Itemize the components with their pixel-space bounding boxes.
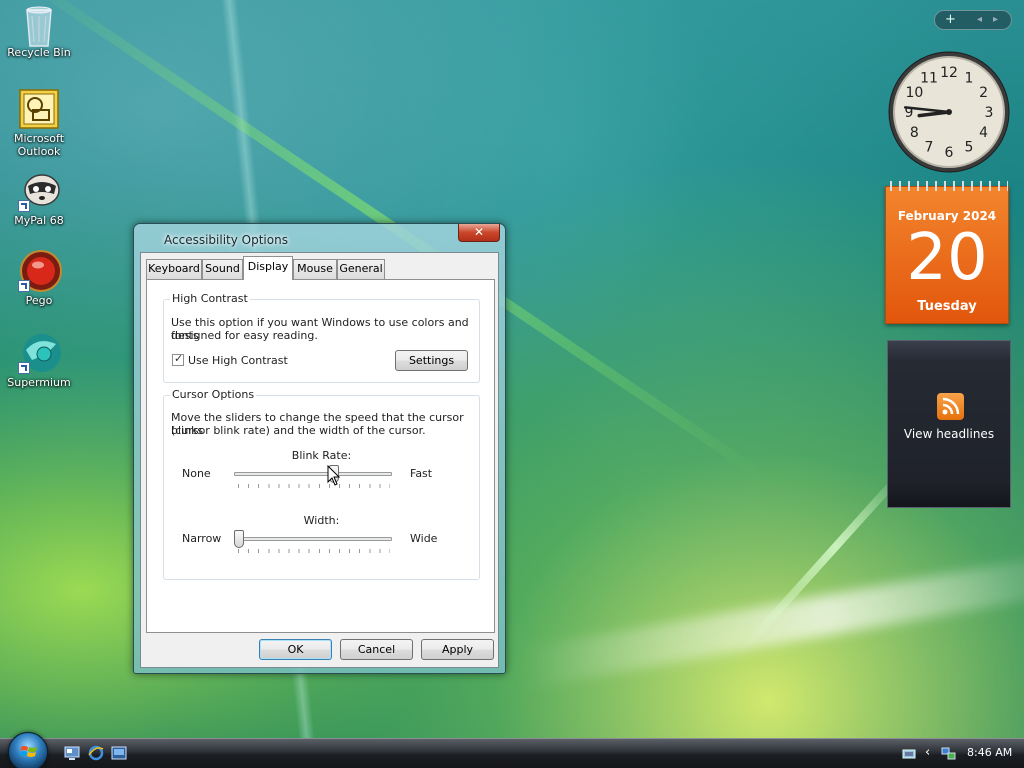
feed-headlines-gadget[interactable]: View headlines: [887, 340, 1011, 508]
calendar-rings: [886, 181, 1008, 191]
cursor-options-description: (cursor blink rate) and the width of the…: [171, 424, 426, 437]
clock-number: 12: [940, 65, 958, 81]
clock-number: 7: [925, 140, 934, 156]
cursor-options-group: Cursor Options Move the sliders to chang…: [163, 388, 480, 580]
tab-sound[interactable]: Sound: [202, 259, 243, 279]
clock-number: 3: [985, 105, 994, 121]
desktop-icon-label: Pego: [25, 294, 53, 307]
tab-mouse[interactable]: Mouse: [293, 259, 337, 279]
view-headlines-link[interactable]: View headlines: [888, 427, 1010, 441]
desktop-icon-label: MyPal 68: [14, 214, 64, 227]
blink-rate-min-label: None: [182, 467, 211, 480]
windows-logo-icon: [20, 746, 37, 757]
calendar-gadget[interactable]: February 2024 20 Tuesday: [885, 181, 1009, 324]
mouse-pointer-icon: [327, 465, 341, 486]
group-title: Cursor Options: [170, 388, 257, 401]
clock-number: 6: [945, 145, 954, 161]
tab-keyboard[interactable]: Keyboard: [146, 259, 202, 279]
desktop-icon-outlook[interactable]: Microsoft Outlook: [4, 88, 74, 158]
slider-ticks: [238, 549, 390, 553]
add-gadget-button[interactable]: +: [945, 12, 956, 27]
blink-rate-max-label: Fast: [410, 467, 433, 480]
desktop-icon-label: Microsoft Outlook: [13, 132, 65, 158]
switch-windows-icon[interactable]: [111, 745, 127, 761]
rss-feed-icon: [937, 393, 964, 420]
desktop-icon-pego[interactable]: Pego: [4, 250, 74, 307]
desktop-icon-mypal[interactable]: MyPal 68: [4, 170, 74, 227]
wallpaper-light-ray: [736, 472, 904, 656]
slider-track: [234, 472, 392, 476]
chevron-left-icon[interactable]: ‹: [925, 746, 939, 760]
desktop: Recycle Bin Microsoft Outlook MyPal 68 P…: [0, 0, 1024, 738]
desktop-icon-label: Supermium: [7, 376, 71, 389]
slider-ticks: [238, 484, 390, 488]
blink-rate-slider[interactable]: [234, 464, 392, 490]
width-label: Width:: [303, 514, 340, 527]
wallpaper-light-ray: [520, 551, 1024, 689]
internet-explorer-icon[interactable]: [88, 745, 104, 761]
apply-button[interactable]: Apply: [421, 639, 494, 660]
use-high-contrast-checkbox[interactable]: [172, 352, 184, 366]
supermium-icon: [18, 332, 61, 374]
accessibility-options-dialog: Accessibility Options ✕ Keyboard Sound D…: [133, 223, 506, 674]
dialog-title: Accessibility Options: [164, 233, 288, 247]
clock-number: 2: [979, 85, 988, 101]
shortcut-arrow-icon: [18, 362, 30, 374]
blink-rate-label: Blink Rate:: [291, 449, 352, 462]
clock-number: 4: [979, 125, 988, 141]
desktop-icon-recycle-bin[interactable]: Recycle Bin: [4, 2, 74, 59]
dialog-client-area: Keyboard Sound Display Mouse General Hig…: [140, 252, 499, 668]
clock-number: 11: [920, 70, 938, 86]
use-high-contrast-label[interactable]: Use High Contrast: [188, 354, 288, 367]
start-button[interactable]: [8, 732, 48, 768]
clock-number: 10: [905, 85, 923, 101]
calendar-weekday: Tuesday: [917, 299, 977, 314]
outlook-icon: [18, 88, 60, 130]
calendar-day: 20: [906, 221, 988, 295]
display-tab-panel: High Contrast Use this option if you wan…: [146, 279, 495, 633]
high-contrast-settings-button[interactable]: Settings: [395, 350, 468, 371]
tab-display[interactable]: Display: [243, 256, 293, 280]
sidebar-controls: + ◂ ▸: [934, 10, 1012, 30]
keyboard-icon[interactable]: [902, 747, 916, 760]
clock-number: 8: [910, 125, 919, 141]
network-icon[interactable]: [941, 747, 956, 760]
clock-gadget[interactable]: 12 1 2 3 4 5 6 7 8 9 10 11: [887, 50, 1011, 174]
sidebar-next-button[interactable]: ▸: [993, 14, 998, 25]
pego-red-orb-icon: [18, 250, 62, 292]
sidebar-prev-button[interactable]: ◂: [977, 14, 982, 25]
tab-general[interactable]: General: [337, 259, 385, 279]
cancel-button[interactable]: Cancel: [340, 639, 413, 660]
desktop-icon-supermium[interactable]: Supermium: [4, 332, 74, 389]
clock-number: 1: [965, 70, 974, 86]
taskbar: [0, 738, 1024, 768]
width-min-label: Narrow: [182, 532, 222, 545]
width-max-label: Wide: [410, 532, 438, 545]
mypal-raccoon-icon: [18, 170, 60, 212]
clock-number: 5: [965, 140, 974, 156]
recycle-bin-icon: [18, 2, 60, 47]
show-desktop-icon[interactable]: [64, 745, 80, 761]
width-slider[interactable]: [234, 529, 392, 555]
ok-button[interactable]: OK: [259, 639, 332, 660]
shortcut-arrow-icon: [18, 200, 30, 212]
slider-track: [234, 537, 392, 541]
close-button[interactable]: ✕: [458, 224, 500, 242]
shortcut-arrow-icon: [18, 280, 30, 292]
taskbar-clock[interactable]: 8:46 AM: [967, 746, 1012, 759]
slider-thumb[interactable]: [234, 530, 244, 548]
high-contrast-group: High Contrast Use this option if you wan…: [163, 292, 480, 383]
group-title: High Contrast: [170, 292, 250, 305]
high-contrast-description: designed for easy reading.: [171, 329, 318, 342]
